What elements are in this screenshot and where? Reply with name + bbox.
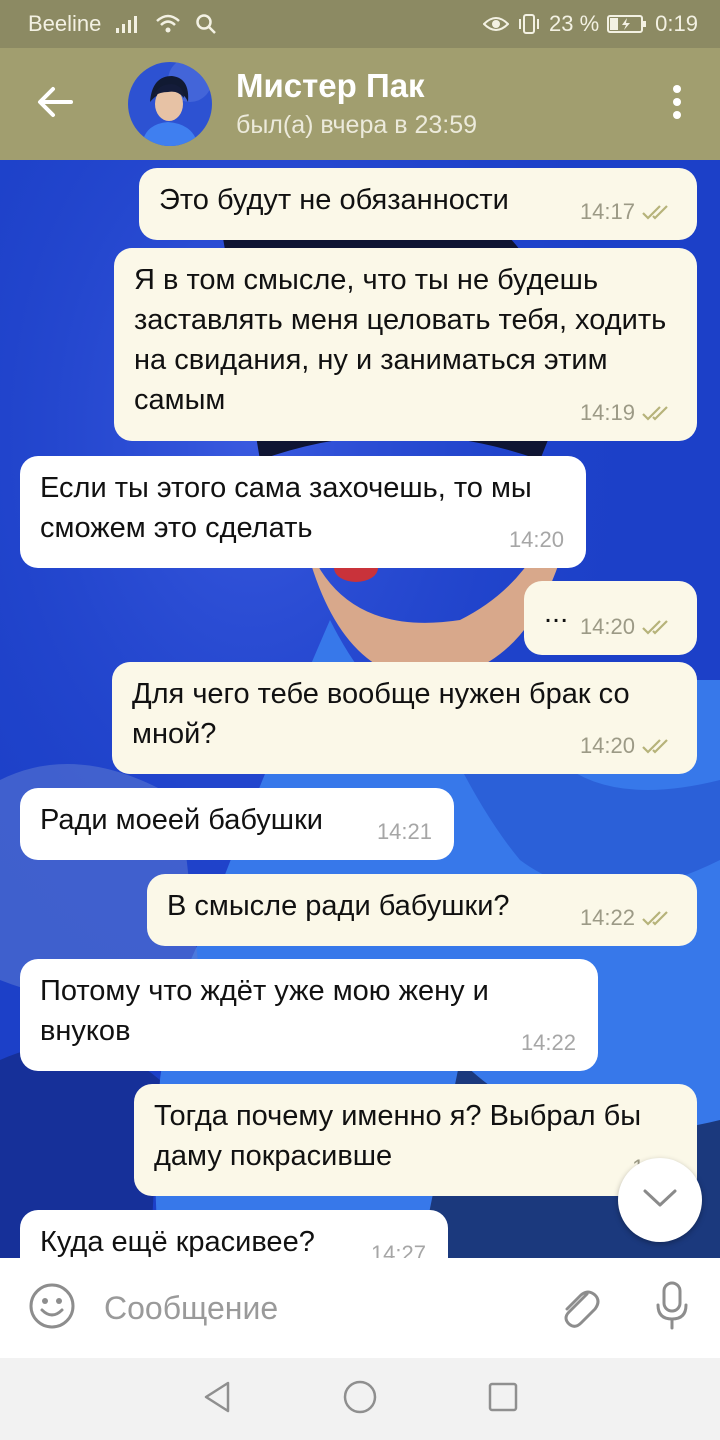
message-time: 14:19	[579, 400, 635, 425]
more-options-button[interactable]	[634, 48, 720, 160]
status-bar: Beeline 23 % 0:19	[0, 0, 720, 48]
message-time: 14:20	[579, 733, 635, 758]
message-text: Куда ещё красивее?	[40, 1226, 315, 1258]
message-text: Потому что ждёт уже мою жену и внуков	[40, 975, 489, 1047]
square-recents-icon	[488, 1382, 518, 1417]
arrow-left-icon	[37, 86, 73, 123]
triangle-back-icon	[202, 1380, 232, 1419]
message-meta: 14:27	[371, 1234, 426, 1258]
message-bubble-incoming[interactable]: Потому что ждёт уже мою жену и внуков 14…	[20, 959, 598, 1071]
message-bubble-outgoing[interactable]: Тогда почему именно я? Выбрал бы даму по…	[134, 1084, 697, 1196]
message-bubble-outgoing[interactable]: Для чего тебе вообще нужен брак со мной?…	[112, 662, 697, 774]
signal-icon	[115, 14, 141, 34]
message-time: 14:20	[579, 614, 635, 639]
double-check-icon	[641, 203, 675, 221]
carrier-label: Beeline	[28, 11, 102, 36]
chat-header: Мистер Пак был(а) вчера в 23:59	[0, 48, 720, 160]
eye-icon	[483, 15, 510, 33]
double-check-icon	[641, 909, 675, 927]
double-check-icon	[641, 618, 675, 636]
message-text: Если ты этого сама захочешь, то мы сможе…	[40, 472, 532, 544]
message-text: Тогда почему именно я? Выбрал бы даму по…	[154, 1100, 642, 1172]
nav-home-button[interactable]	[342, 1379, 378, 1420]
clock: 0:19	[655, 11, 698, 36]
double-check-icon	[641, 404, 675, 422]
message-meta: 14:19	[580, 393, 675, 433]
battery-percent: 23 %	[549, 11, 600, 36]
more-vertical-icon	[672, 84, 682, 125]
message-time: 14:21	[376, 819, 432, 844]
message-time: 14:22	[579, 905, 635, 930]
message-composer	[0, 1258, 720, 1358]
chat-area[interactable]: Это будут не обязанности 14:17 Я в том с…	[0, 160, 720, 1258]
message-bubble-incoming[interactable]: Если ты этого сама захочешь, то мы сможе…	[20, 456, 586, 568]
scroll-to-bottom-button[interactable]	[618, 1158, 702, 1242]
message-bubble-incoming[interactable]: Куда ещё красивее? 14:27	[20, 1210, 448, 1258]
paperclip-icon	[557, 1282, 601, 1335]
last-seen-status: был(а) вчера в 23:59	[236, 111, 478, 139]
double-check-icon	[641, 737, 675, 755]
nav-back-button[interactable]	[202, 1380, 232, 1419]
message-meta: 14:17	[580, 192, 675, 232]
voice-message-button[interactable]	[624, 1258, 720, 1358]
search-icon	[195, 13, 217, 35]
smile-icon	[28, 1282, 76, 1335]
message-bubble-outgoing[interactable]: ... 14:20	[524, 581, 697, 655]
message-meta: 14:22	[580, 898, 675, 938]
microphone-icon	[654, 1281, 690, 1336]
circle-home-icon	[342, 1379, 378, 1420]
attach-button[interactable]	[534, 1258, 624, 1358]
emoji-button[interactable]	[0, 1258, 104, 1358]
battery-icon	[607, 14, 647, 34]
message-meta: 14:20	[509, 520, 564, 560]
message-time: 14:27	[370, 1241, 426, 1258]
message-input[interactable]	[104, 1278, 534, 1338]
back-button[interactable]	[0, 48, 110, 160]
message-time: 14:22	[520, 1030, 576, 1055]
message-bubble-incoming[interactable]: Ради моеей бабушки 14:21	[20, 788, 454, 860]
message-time: 14:17	[579, 199, 635, 224]
message-meta: 14:21	[377, 812, 432, 852]
message-bubble-outgoing[interactable]: Это будут не обязанности 14:17	[139, 168, 697, 240]
vibrate-icon	[517, 13, 541, 35]
message-meta: 14:22	[521, 1023, 576, 1063]
wifi-icon	[155, 13, 181, 35]
message-text: Ради моеей бабушки	[40, 804, 323, 836]
message-bubble-outgoing[interactable]: В смысле ради бабушки? 14:22	[147, 874, 697, 946]
message-time: 14:20	[508, 527, 564, 552]
chevron-down-icon	[642, 1188, 678, 1213]
message-bubble-outgoing[interactable]: Я в том смысле, что ты не будешь заставл…	[114, 248, 697, 441]
contact-name[interactable]: Мистер Пак	[236, 66, 477, 106]
avatar[interactable]	[128, 62, 212, 146]
system-navigation-bar	[0, 1358, 720, 1440]
message-meta: 14:20	[580, 726, 675, 766]
nav-recents-button[interactable]	[488, 1382, 518, 1417]
message-meta: 14:20	[580, 607, 675, 647]
